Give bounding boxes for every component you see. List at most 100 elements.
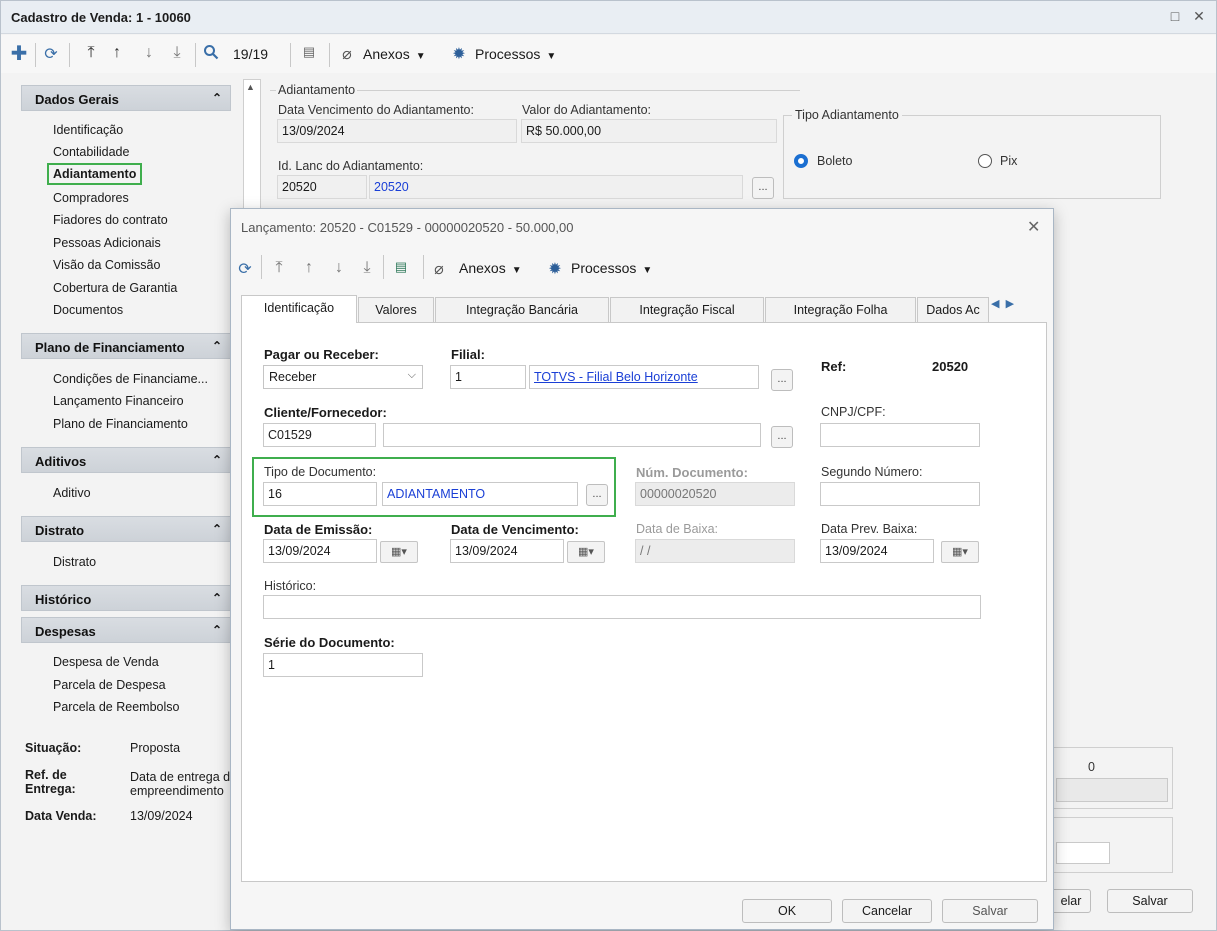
sidebar-item-cobertura-garantia[interactable]: Cobertura de Garantia — [53, 281, 177, 295]
dialog-prev-icon[interactable]: ↑ — [299, 259, 319, 277]
section-historico[interactable]: Histórico ⌃ — [21, 585, 231, 611]
tipo-adiantamento-group: Tipo Adiantamento Boleto Pix — [783, 108, 1161, 199]
sidebar-item-identificacao[interactable]: Identificação — [53, 123, 123, 137]
next-record-icon[interactable]: ↓ — [139, 44, 159, 62]
sidebar-item-aditivo[interactable]: Aditivo — [53, 486, 91, 500]
sidebar-item-visao-comissao[interactable]: Visão da Comissão — [53, 258, 160, 272]
dialog-first-icon[interactable]: ⤒ — [269, 259, 289, 277]
pagar-receber-select[interactable]: Receber ⌵ — [263, 365, 423, 389]
serie-field[interactable]: 1 — [263, 653, 423, 677]
prev-baixa-calendar-button[interactable]: ▦▾ — [941, 541, 979, 563]
background-save-button[interactable]: Salvar — [1107, 889, 1193, 913]
data-venc-field[interactable]: 13/09/2024 — [277, 119, 517, 143]
cancel-button[interactable]: Cancelar — [842, 899, 932, 923]
tab-scroll-left-icon: ◀ — [991, 298, 1000, 310]
dialog-report-icon[interactable]: ▤ — [391, 259, 411, 275]
section-despesas[interactable]: Despesas ⌃ — [21, 617, 231, 643]
sidebar-item-fiadores[interactable]: Fiadores do contrato — [53, 213, 168, 227]
dialog-paperclip-icon[interactable]: ⌀ — [429, 259, 449, 279]
dialog-attachments-menu[interactable]: Anexos ▼ — [459, 260, 522, 276]
dialog-close-icon[interactable]: ✕ — [1027, 217, 1040, 237]
pix-radio[interactable] — [978, 154, 992, 168]
filial-lookup-button[interactable]: ... — [771, 369, 793, 391]
vencimento-field[interactable]: 13/09/2024 — [450, 539, 564, 563]
historico-field[interactable] — [263, 595, 981, 619]
sidebar-item-documentos[interactable]: Documentos — [53, 303, 123, 317]
summary-field-2[interactable] — [1056, 842, 1110, 864]
cnpj-field[interactable] — [820, 423, 980, 447]
sidebar-item-contabilidade[interactable]: Contabilidade — [53, 145, 129, 159]
restore-icon[interactable]: □ — [1166, 8, 1184, 24]
boleto-label: Boleto — [817, 154, 853, 168]
calendar-icon: ▦▾ — [952, 546, 968, 558]
sidebar-item-parcela-despesa[interactable]: Parcela de Despesa — [53, 678, 166, 692]
tipo-doc-lookup-button[interactable]: ... — [586, 484, 608, 506]
tab-dados-adicionais[interactable]: Dados Ac — [917, 297, 989, 323]
paperclip-icon[interactable]: ⌀ — [337, 44, 357, 64]
section-distrato[interactable]: Distrato ⌃ — [21, 516, 231, 542]
save-button[interactable]: Salvar — [942, 899, 1038, 923]
filial-label: Filial: — [451, 347, 485, 362]
emissao-calendar-button[interactable]: ▦▾ — [380, 541, 418, 563]
filial-code-field[interactable]: 1 — [450, 365, 526, 389]
sidebar-item-pessoas-adicionais[interactable]: Pessoas Adicionais — [53, 236, 161, 250]
refresh-icon[interactable]: ⟳ — [41, 44, 61, 64]
search-icon[interactable] — [201, 44, 221, 65]
sidebar-item-lancamento-financeiro[interactable]: Lançamento Financeiro — [53, 394, 184, 408]
emissao-field[interactable]: 13/09/2024 — [263, 539, 377, 563]
sidebar-item-plano-financiamento[interactable]: Plano de Financiamento — [53, 417, 188, 431]
tab-integracao-fiscal[interactable]: Integração Fiscal — [610, 297, 764, 323]
dialog-processes-menu[interactable]: Processos ▼ — [571, 260, 652, 276]
sidebar-item-despesa-venda[interactable]: Despesa de Venda — [53, 655, 159, 669]
dialog-next-icon[interactable]: ↓ — [329, 259, 349, 277]
id-lanc-field[interactable]: 20520 — [277, 175, 367, 199]
previous-record-icon[interactable]: ↑ — [107, 44, 127, 62]
toolbar-divider — [261, 255, 262, 279]
dialog-gear-icon[interactable]: ✹ — [545, 259, 565, 279]
sidebar-item-parcela-reembolso[interactable]: Parcela de Reembolso — [53, 700, 179, 714]
tab-identificacao[interactable]: Identificação — [241, 295, 357, 323]
tab-scroll-arrows[interactable]: ◀ ▶ — [991, 297, 1047, 319]
prev-baixa-field[interactable]: 13/09/2024 — [820, 539, 934, 563]
summary-field[interactable] — [1056, 778, 1168, 802]
tipo-doc-code-field[interactable]: 16 — [263, 482, 377, 506]
ok-button[interactable]: OK — [742, 899, 832, 923]
filial-name-field[interactable]: TOTVS - Filial Belo Horizonte — [529, 365, 759, 389]
tab-valores[interactable]: Valores — [358, 297, 434, 323]
cliente-code-field[interactable]: C01529 — [263, 423, 376, 447]
summary-box-2 — [1051, 817, 1173, 873]
tab-integracao-folha[interactable]: Integração Folha — [765, 297, 916, 323]
first-record-icon[interactable]: ⤒ — [81, 44, 101, 62]
close-icon[interactable]: ✕ — [1190, 8, 1208, 25]
report-icon[interactable]: ▤ — [299, 44, 319, 60]
sidebar-item-compradores[interactable]: Compradores — [53, 191, 129, 205]
tipo-doc-desc-field[interactable]: ADIANTAMENTO — [382, 482, 578, 506]
background-cancel-button[interactable]: elar — [1051, 889, 1091, 913]
id-lanc-lookup-button[interactable]: ... — [752, 177, 774, 199]
toolbar-divider — [290, 43, 291, 67]
boleto-radio[interactable] — [794, 154, 808, 168]
situacao-label: Situação: — [25, 741, 82, 755]
section-dados-gerais[interactable]: Dados Gerais ⌃ — [21, 85, 231, 111]
cliente-lookup-button[interactable]: ... — [771, 426, 793, 448]
cliente-name-field[interactable] — [383, 423, 761, 447]
processes-menu[interactable]: Processos ▼ — [475, 46, 556, 62]
section-plano-financiamento[interactable]: Plano de Financiamento ⌃ — [21, 333, 231, 359]
tab-integracao-bancaria[interactable]: Integração Bancária — [435, 297, 609, 323]
dialog-last-icon[interactable]: ⤓ — [357, 259, 377, 277]
segundo-numero-field[interactable] — [820, 482, 980, 506]
valor-field[interactable]: R$ 50.000,00 — [521, 119, 777, 143]
last-record-icon[interactable]: ⤓ — [167, 44, 187, 62]
sidebar-item-distrato[interactable]: Distrato — [53, 555, 96, 569]
sidebar-item-condicoes[interactable]: Condições de Financiame... — [53, 372, 208, 386]
dialog-refresh-icon[interactable]: ⟳ — [235, 259, 255, 279]
gear-icon[interactable]: ✹ — [449, 44, 469, 64]
vencimento-calendar-button[interactable]: ▦▾ — [567, 541, 605, 563]
sidebar-item-adiantamento[interactable]: Adiantamento — [47, 163, 143, 185]
add-icon[interactable]: ✚ — [9, 41, 29, 66]
attachments-menu[interactable]: Anexos ▼ — [363, 46, 426, 62]
collapse-icon: ⌃ — [211, 339, 222, 353]
title-bar: Cadastro de Venda: 1 - 10060 □ ✕ — [1, 1, 1216, 34]
section-aditivos[interactable]: Aditivos ⌃ — [21, 447, 231, 473]
scroll-up-icon[interactable]: ▲ — [246, 82, 255, 92]
